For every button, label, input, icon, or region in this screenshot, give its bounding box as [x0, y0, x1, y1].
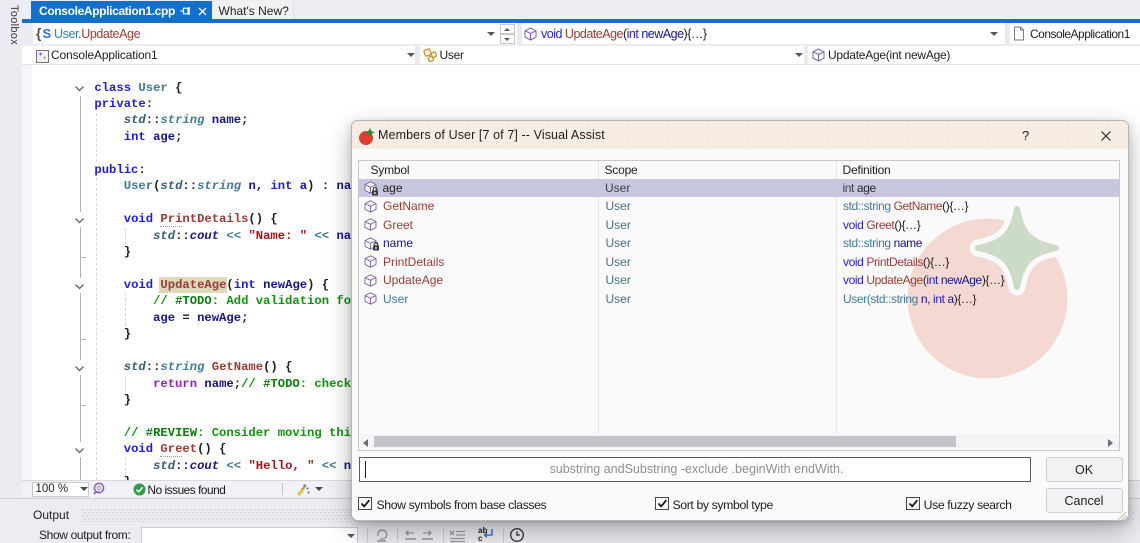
svg-text:c: c — [478, 534, 483, 543]
